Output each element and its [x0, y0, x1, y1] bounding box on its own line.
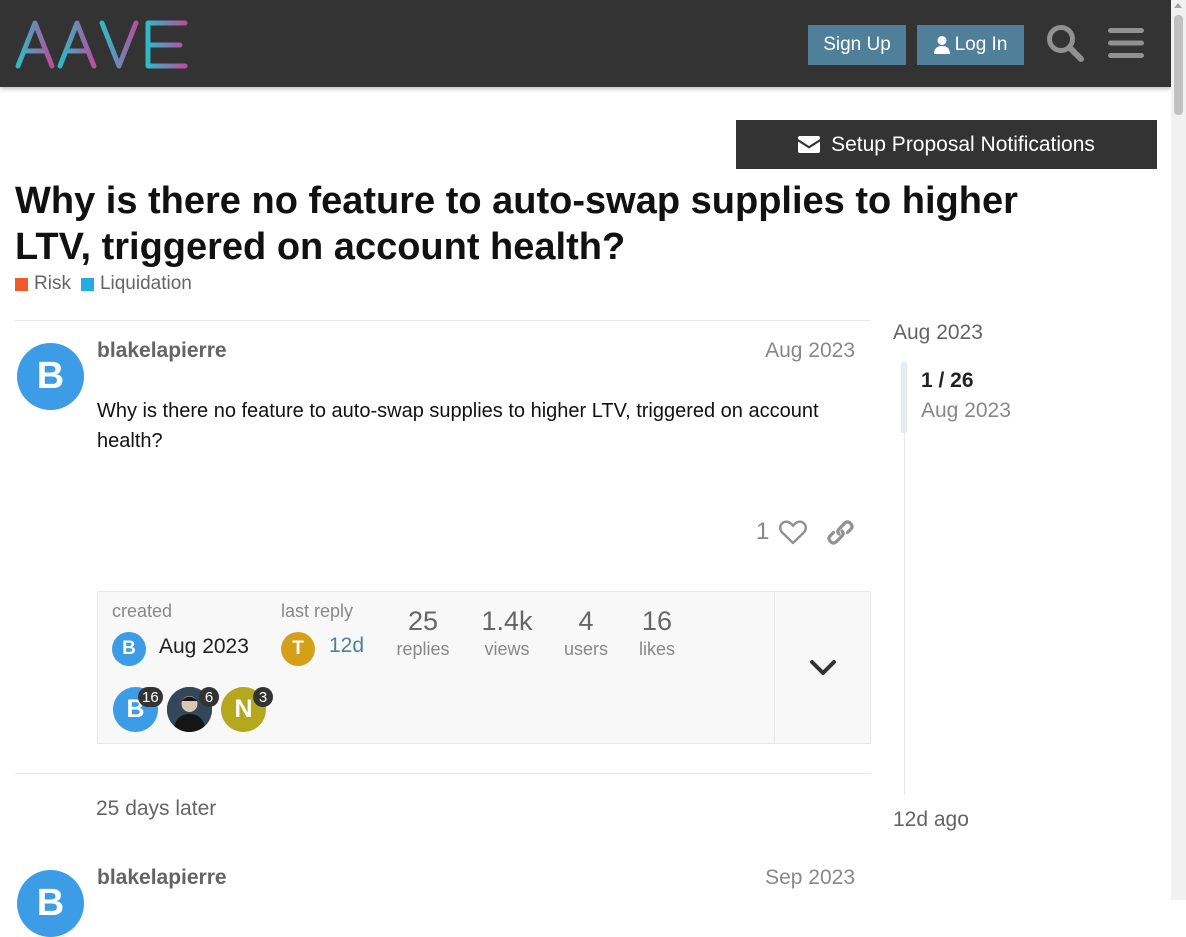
like-count[interactable]: 1: [756, 518, 769, 546]
link-icon[interactable]: [827, 519, 854, 546]
post-username[interactable]: blakelapierre: [97, 866, 227, 890]
category-label: Risk: [34, 273, 71, 294]
stat-label: replies: [396, 639, 450, 659]
stat-number: 4: [578, 606, 594, 636]
time-gap-indicator: 25 days later: [96, 797, 217, 820]
topic-categories: Risk Liquidation: [15, 273, 192, 295]
page-scrollbar[interactable]: [1171, 0, 1186, 900]
created-label: created: [112, 601, 173, 621]
stat-number: 25: [407, 606, 439, 636]
created-avatar[interactable]: B: [112, 632, 146, 666]
scroll-up-arrow-icon[interactable]: [1174, 3, 1182, 8]
stat-replies: 25 replies: [388, 606, 458, 662]
stat-label: users: [563, 639, 608, 659]
stat-views: 1.4k views: [470, 606, 544, 662]
post-actions: 1: [756, 518, 854, 546]
aave-logo[interactable]: [15, 18, 190, 75]
post-date[interactable]: Sep 2023: [765, 866, 855, 890]
topic-title[interactable]: Why is there no feature to auto-swap sup…: [15, 178, 1065, 270]
scrollbar-thumb[interactable]: [1174, 15, 1183, 115]
expand-topic-map-button[interactable]: [775, 592, 870, 743]
post-avatar[interactable]: B: [17, 870, 84, 937]
user-icon: [933, 36, 950, 54]
hamburger-menu-icon[interactable]: [1104, 20, 1148, 66]
timeline-scroll-handle[interactable]: [901, 362, 907, 433]
chevron-down-icon: [809, 659, 836, 675]
login-button[interactable]: Log In: [917, 25, 1024, 65]
category-color-swatch: [80, 277, 94, 291]
divider: [15, 320, 871, 321]
stat-number: 1.4k: [481, 606, 533, 636]
timeline-start-date[interactable]: Aug 2023: [893, 321, 983, 345]
post-username[interactable]: blakelapierre: [97, 339, 227, 363]
category-color-swatch: [15, 277, 28, 291]
divider: [15, 773, 871, 774]
post-date[interactable]: Aug 2023: [765, 339, 855, 363]
setup-notifications-label: Setup Proposal Notifications: [831, 132, 1095, 156]
stat-label: likes: [638, 639, 675, 659]
stat-label: views: [484, 639, 530, 659]
stat-likes: 16 likes: [630, 606, 684, 662]
category-risk[interactable]: Risk: [15, 273, 71, 295]
timeline-current-date: Aug 2023: [921, 399, 1011, 422]
participant-post-count: 3: [253, 687, 273, 707]
setup-notifications-button[interactable]: Setup Proposal Notifications: [736, 120, 1157, 169]
stat-number: 16: [641, 606, 673, 636]
post-avatar[interactable]: B: [17, 343, 84, 410]
timeline-end-date[interactable]: 12d ago: [893, 808, 969, 832]
heart-icon[interactable]: [779, 519, 808, 545]
post-body: Why is there no feature to auto-swap sup…: [97, 400, 819, 452]
topic-map: created B Aug 2023 last reply T 12d 25 r…: [97, 591, 871, 744]
login-label: Log In: [954, 34, 1008, 55]
category-liquidation[interactable]: Liquidation: [80, 273, 192, 295]
timeline-position: 1 / 26: [921, 369, 974, 392]
last-reply-date[interactable]: 12d: [329, 634, 364, 658]
last-reply-label: last reply: [281, 601, 354, 621]
signup-button[interactable]: Sign Up: [808, 25, 906, 65]
category-label: Liquidation: [99, 273, 192, 294]
search-icon[interactable]: [1043, 20, 1087, 66]
participant-post-count: 16: [138, 687, 163, 707]
site-header: Sign Up Log In: [0, 0, 1171, 87]
stat-users: 4 users: [554, 606, 618, 662]
participant-post-count: 6: [199, 687, 219, 707]
last-reply-avatar[interactable]: T: [281, 632, 315, 666]
created-date: Aug 2023: [159, 635, 249, 658]
envelope-icon: [798, 136, 821, 153]
